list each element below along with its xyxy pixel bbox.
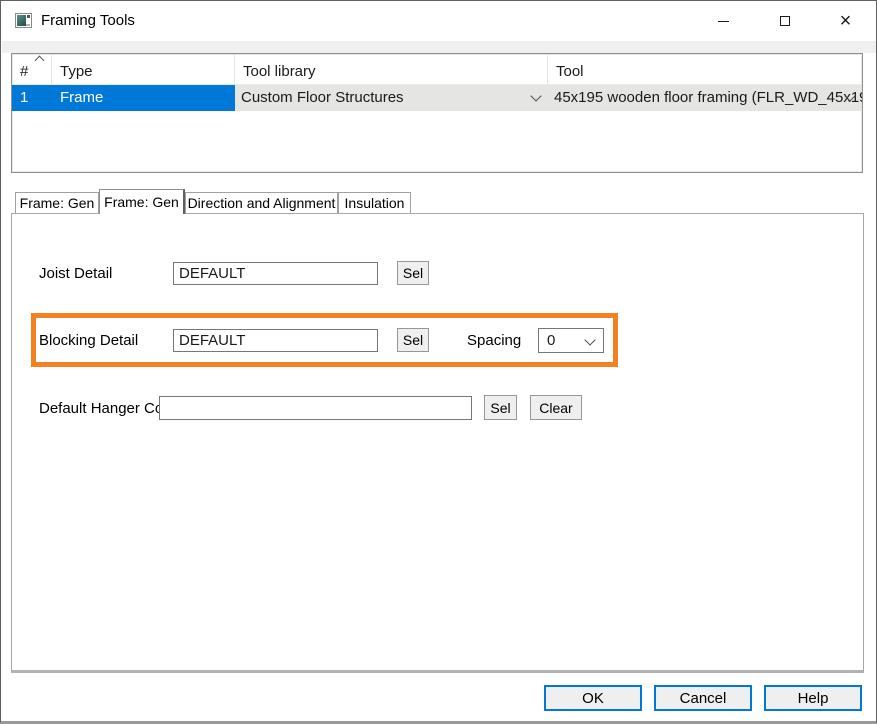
- blocking-detail-sel-button[interactable]: Sel: [397, 328, 429, 352]
- blocking-detail-label: Blocking Detail: [39, 332, 138, 349]
- column-header-tool-library[interactable]: Tool library: [235, 54, 548, 85]
- tab-frame-gen-1[interactable]: Frame: Gen: [15, 192, 99, 213]
- column-header-tool[interactable]: Tool: [548, 54, 862, 85]
- minimize-icon: [718, 21, 729, 22]
- column-header-number-label: #: [20, 63, 28, 80]
- joist-detail-sel-button[interactable]: Sel: [397, 261, 429, 285]
- tool-list-table: # Type Tool library Tool 1 Frame Custom …: [11, 53, 863, 173]
- close-button[interactable]: ×: [815, 1, 876, 41]
- title-bar: Framing Tools ×: [1, 1, 876, 41]
- app-icon: [15, 13, 32, 28]
- row-type-cell[interactable]: Frame: [52, 85, 235, 111]
- tool-library-value: Custom Floor Structures: [241, 89, 404, 106]
- sort-ascending-icon: [35, 56, 45, 66]
- spacing-value: 0: [547, 332, 555, 349]
- spacing-dropdown[interactable]: 0: [538, 328, 604, 353]
- app-icon-dash: [26, 24, 30, 26]
- hanger-code-clear-button[interactable]: Clear: [530, 395, 582, 420]
- tool-value: 45x195 wooden floor framing (FLR_WD_45x1…: [554, 89, 862, 106]
- help-button[interactable]: Help: [764, 685, 862, 711]
- cancel-button[interactable]: Cancel: [654, 685, 752, 711]
- chevron-down-icon: [530, 90, 541, 101]
- maximize-button[interactable]: [754, 1, 815, 41]
- default-hanger-code-field[interactable]: [159, 396, 472, 420]
- blocking-detail-field[interactable]: [173, 329, 378, 352]
- tab-content-panel: [11, 213, 864, 673]
- titlebar-divider-strip: [2, 41, 877, 53]
- tab-insulation[interactable]: Insulation: [338, 192, 411, 213]
- app-icon-teal-square: [17, 15, 26, 26]
- chevron-down-icon: [584, 334, 595, 345]
- framing-tools-dialog: Framing Tools × # Type Tool library Tool…: [0, 0, 877, 724]
- spacing-label: Spacing: [467, 332, 521, 349]
- app-icon-dash: [27, 15, 30, 18]
- row-number-cell[interactable]: 1: [12, 85, 52, 111]
- column-header-number[interactable]: #: [12, 54, 52, 85]
- tool-dropdown[interactable]: 45x195 wooden floor framing (FLR_WD_45x1…: [548, 85, 862, 111]
- table-header-row: # Type Tool library Tool: [12, 54, 862, 85]
- maximize-icon: [780, 16, 790, 26]
- table-row[interactable]: 1 Frame Custom Floor Structures 45x195 w…: [12, 85, 862, 111]
- minimize-button[interactable]: [693, 1, 754, 41]
- column-header-type[interactable]: Type: [52, 54, 235, 85]
- tool-library-dropdown[interactable]: Custom Floor Structures: [235, 85, 548, 111]
- hanger-code-sel-button[interactable]: Sel: [484, 395, 517, 420]
- joist-detail-field[interactable]: [173, 262, 378, 285]
- window-title: Framing Tools: [41, 1, 135, 41]
- ok-button[interactable]: OK: [544, 685, 642, 711]
- close-icon: ×: [840, 11, 852, 31]
- tab-direction-and-alignment[interactable]: Direction and Alignment: [185, 192, 338, 213]
- tab-frame-gen-2[interactable]: Frame: Gen: [99, 189, 185, 214]
- joist-detail-label: Joist Detail: [39, 265, 112, 282]
